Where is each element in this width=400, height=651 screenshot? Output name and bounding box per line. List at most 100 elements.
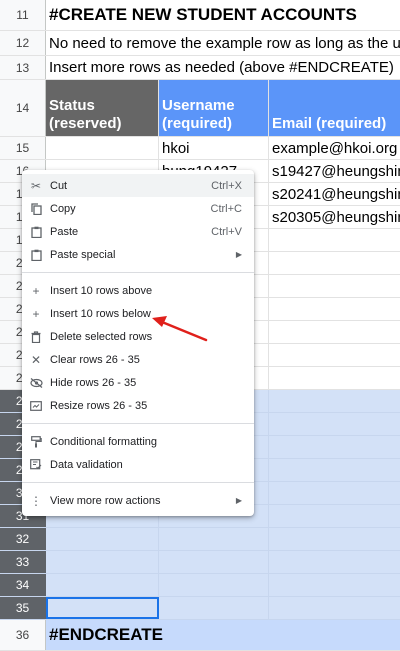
menu-item-label: View more row actions: [50, 494, 161, 507]
username-cell[interactable]: hkoi: [159, 137, 269, 159]
menu-item-clear-rows[interactable]: ✕ Clear rows 26 - 35: [22, 348, 254, 371]
email-cell[interactable]: s19427@heungshin: [269, 160, 400, 182]
email-cell[interactable]: [269, 413, 400, 435]
submenu-arrow-icon: ▶: [235, 250, 242, 259]
shortcut-label: Ctrl+V: [211, 225, 242, 238]
shortcut-label: Ctrl+X: [211, 179, 242, 192]
email-cell[interactable]: [269, 229, 400, 251]
sheet-row-34: 34: [0, 574, 400, 597]
sheet-row-12: 12 No need to remove the example row as …: [0, 31, 400, 56]
email-cell[interactable]: example@hkoi.org: [269, 137, 400, 159]
menu-divider: [22, 423, 254, 424]
status-header[interactable]: Status (reserved): [46, 80, 159, 136]
shortcut-label: Ctrl+C: [210, 202, 242, 215]
email-cell[interactable]: [269, 574, 400, 596]
row-number[interactable]: 11: [0, 0, 46, 30]
row-context-menu: ✂ Cut Ctrl+X Copy Ctrl+C Paste Ctrl+V Pa…: [22, 170, 254, 516]
email-cell[interactable]: [269, 321, 400, 343]
row-number[interactable]: 14: [0, 80, 46, 136]
submenu-arrow-icon: ▶: [235, 496, 242, 505]
menu-item-label: Insert 10 rows below: [50, 307, 151, 320]
username-cell[interactable]: [159, 574, 269, 596]
row-number[interactable]: 12: [0, 31, 46, 55]
menu-item-label: Cut: [50, 179, 68, 192]
sheet-row-14: 14 Status (reserved) Username (required)…: [0, 80, 400, 137]
row-number[interactable]: 32: [0, 528, 46, 550]
menu-item-label: Paste: [50, 225, 79, 238]
menu-item-more-row-actions[interactable]: ⋮ View more row actions ▶: [22, 489, 254, 512]
email-cell[interactable]: [269, 298, 400, 320]
email-cell[interactable]: [269, 528, 400, 550]
menu-item-label: Conditional formatting: [50, 435, 158, 448]
username-cell[interactable]: [159, 597, 269, 619]
row-number[interactable]: 33: [0, 551, 46, 573]
email-cell[interactable]: s20241@heungshin: [269, 183, 400, 205]
sheet-row-33: 33: [0, 551, 400, 574]
status-cell[interactable]: [46, 528, 159, 550]
note-cell[interactable]: No need to remove the example row as lon…: [46, 31, 400, 55]
sheet-row-11: 11 #CREATE NEW STUDENT ACCOUNTS: [0, 0, 400, 31]
status-cell[interactable]: [46, 551, 159, 573]
menu-item-insert-rows-above[interactable]: + Insert 10 rows above: [22, 279, 254, 302]
email-cell[interactable]: [269, 275, 400, 297]
email-cell[interactable]: [269, 436, 400, 458]
menu-item-label: Delete selected rows: [50, 330, 153, 343]
menu-item-paste[interactable]: Paste Ctrl+V: [22, 220, 254, 243]
menu-item-hide-rows[interactable]: Hide rows 26 - 35: [22, 371, 254, 394]
active-cell[interactable]: [46, 597, 159, 619]
plus-icon: +: [32, 306, 40, 321]
menu-item-label: Resize rows 26 - 35: [50, 399, 148, 412]
row-number[interactable]: 35: [0, 597, 46, 619]
trash-icon: [22, 330, 50, 343]
row-number[interactable]: 36: [0, 620, 46, 650]
menu-item-label: Insert 10 rows above: [50, 284, 153, 297]
email-cell[interactable]: [269, 551, 400, 573]
email-cell[interactable]: [269, 390, 400, 412]
menu-item-label: Paste special: [50, 248, 116, 261]
paint-roller-icon: [22, 435, 50, 448]
eye-off-icon: [22, 377, 50, 388]
menu-item-label: Hide rows 26 - 35: [50, 376, 137, 389]
menu-item-label: Clear rows 26 - 35: [50, 353, 140, 366]
resize-icon: [22, 400, 50, 411]
menu-item-data-validation[interactable]: Data validation: [22, 453, 254, 476]
menu-item-delete-rows[interactable]: Delete selected rows: [22, 325, 254, 348]
email-cell[interactable]: [269, 252, 400, 274]
username-cell[interactable]: [159, 551, 269, 573]
username-header[interactable]: Username (required): [159, 80, 269, 136]
menu-item-conditional-formatting[interactable]: Conditional formatting: [22, 430, 254, 453]
email-cell[interactable]: s20305@heungshin: [269, 206, 400, 228]
menu-item-insert-rows-below[interactable]: + Insert 10 rows below: [22, 302, 254, 325]
note-cell[interactable]: Insert more rows as needed (above #ENDCR…: [46, 56, 400, 79]
email-cell[interactable]: [269, 597, 400, 619]
menu-item-resize-rows[interactable]: Resize rows 26 - 35: [22, 394, 254, 417]
end-marker-cell[interactable]: #ENDCREATE: [46, 620, 400, 650]
status-cell[interactable]: [46, 137, 159, 159]
scissors-icon: ✂: [30, 178, 42, 193]
paste-icon: [22, 249, 50, 261]
email-cell[interactable]: [269, 459, 400, 481]
row-number[interactable]: 15: [0, 137, 46, 159]
copy-icon: [22, 202, 50, 215]
email-cell[interactable]: [269, 482, 400, 504]
close-icon: ✕: [30, 352, 42, 367]
menu-item-label: Data validation: [50, 458, 123, 471]
email-cell[interactable]: [269, 344, 400, 366]
email-cell[interactable]: [269, 367, 400, 389]
row-number[interactable]: 34: [0, 574, 46, 596]
email-cell[interactable]: [269, 505, 400, 527]
menu-item-paste-special[interactable]: Paste special ▶: [22, 243, 254, 266]
sheet-row-36: 36 #ENDCREATE: [0, 620, 400, 651]
sheet-row-35: 35: [0, 597, 400, 620]
username-cell[interactable]: [159, 528, 269, 550]
sheet-row-15: 15 hkoi example@hkoi.org: [0, 137, 400, 160]
paste-icon: [22, 226, 50, 238]
section-title[interactable]: #CREATE NEW STUDENT ACCOUNTS: [46, 0, 400, 30]
email-header[interactable]: Email (required): [269, 80, 400, 136]
menu-item-copy[interactable]: Copy Ctrl+C: [22, 197, 254, 220]
sheet-row-32: 32: [0, 528, 400, 551]
row-number[interactable]: 13: [0, 56, 46, 79]
status-cell[interactable]: [46, 574, 159, 596]
menu-item-cut[interactable]: ✂ Cut Ctrl+X: [22, 174, 254, 197]
validation-icon: [22, 459, 50, 470]
